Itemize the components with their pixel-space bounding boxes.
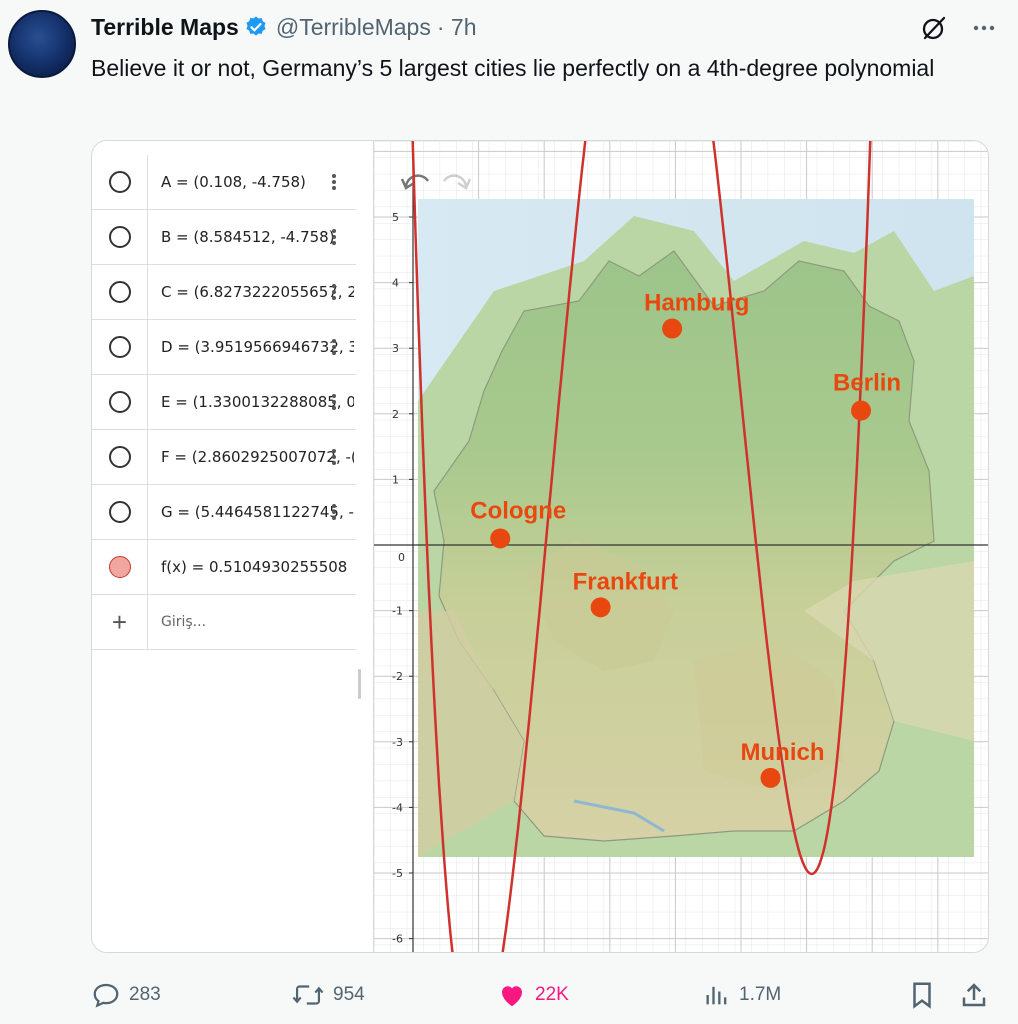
- y-tick-label: -4: [392, 801, 403, 814]
- views-icon: [706, 986, 727, 1005]
- city-point[interactable]: [851, 400, 872, 421]
- like-button[interactable]: 22K: [497, 975, 569, 1015]
- visibility-toggle[interactable]: [108, 556, 131, 578]
- row-menu-icon[interactable]: [332, 174, 336, 190]
- visibility-toggle[interactable]: [108, 226, 131, 248]
- share-button[interactable]: [959, 975, 997, 1015]
- bookmark-button[interactable]: [907, 975, 945, 1015]
- algebra-input[interactable]: Giriş...: [148, 614, 354, 630]
- y-tick-label: -5: [392, 867, 403, 880]
- y-tick-label: -3: [392, 736, 403, 749]
- y-tick-label: -6: [392, 933, 403, 946]
- grok-icon[interactable]: [920, 14, 948, 42]
- algebra-row[interactable]: E = (1.3300132288085, 0: [92, 375, 356, 430]
- like-count: 22K: [535, 984, 569, 1005]
- algebra-expression[interactable]: B = (8.584512, -4.758): [148, 228, 354, 246]
- y-tick-label: 1: [392, 473, 399, 486]
- visibility-toggle[interactable]: [108, 336, 131, 358]
- algebra-expression[interactable]: A = (0.108, -4.758): [148, 173, 354, 191]
- y-tick-label: -1: [392, 605, 403, 618]
- city-point[interactable]: [662, 318, 683, 339]
- algebra-row[interactable]: C = (6.8273222055657, 2: [92, 265, 356, 320]
- tweet-header: Terrible Maps @TerribleMaps · 7h: [91, 12, 477, 42]
- city-label: Hamburg: [644, 290, 749, 317]
- city-point[interactable]: [590, 597, 611, 618]
- plus-icon[interactable]: +: [112, 607, 127, 638]
- algebra-panel: A = (0.108, -4.758) B = (8.584512, -4.75…: [92, 141, 374, 952]
- retweet-icon: [292, 985, 324, 1005]
- share-icon: [962, 983, 986, 1007]
- city-point[interactable]: [490, 528, 511, 549]
- reply-count: 283: [129, 984, 161, 1005]
- city-label: Cologne: [470, 497, 566, 524]
- row-menu-icon[interactable]: [332, 229, 336, 245]
- handle[interactable]: @TerribleMaps: [276, 14, 431, 41]
- y-tick-label: 5: [392, 211, 399, 224]
- reply-button[interactable]: 283: [91, 975, 161, 1015]
- more-icon[interactable]: [970, 14, 998, 42]
- algebra-expression[interactable]: E = (1.3300132288085, 0: [148, 393, 354, 411]
- graph-view[interactable]: 5 4 3 2 1 0 -1 -2 -3 -4 -5 -6 Hamburg Berlin Cologne F…: [374, 141, 989, 953]
- row-menu-icon[interactable]: [332, 394, 336, 410]
- algebra-row[interactable]: B = (8.584512, -4.758): [92, 210, 356, 265]
- algebra-input-row[interactable]: + Giriş...: [92, 595, 356, 650]
- retweet-count: 954: [333, 984, 365, 1005]
- algebra-row[interactable]: f(x) = 0.5104930255508: [92, 540, 356, 595]
- graph-canvas[interactable]: 5 4 3 2 1 0 -1 -2 -3 -4 -5 -6 Hamburg Berlin Cologne F…: [374, 141, 989, 953]
- tweet-actions: 283 954 22K 1.7M: [91, 975, 1001, 1015]
- algebra-expression[interactable]: C = (6.8273222055657, 2: [148, 283, 354, 301]
- visibility-toggle[interactable]: [108, 391, 131, 413]
- view-count: 1.7M: [739, 984, 782, 1005]
- top-right-actions: [920, 14, 998, 42]
- reply-icon: [93, 983, 119, 1008]
- algebra-expression[interactable]: G = (5.4464581122745, -3: [148, 503, 354, 521]
- visibility-toggle[interactable]: [108, 281, 131, 303]
- row-menu-icon[interactable]: [332, 504, 336, 520]
- tweet-media[interactable]: A = (0.108, -4.758) B = (8.584512, -4.75…: [91, 140, 989, 953]
- tweet-text: Believe it or not, Germany’s 5 largest c…: [91, 55, 935, 81]
- verified-badge-icon: [246, 16, 266, 36]
- scrollbar[interactable]: [358, 669, 361, 699]
- algebra-row[interactable]: F = (2.8602925007072, -(: [92, 430, 356, 485]
- retweet-button[interactable]: 954: [291, 975, 365, 1015]
- timestamp[interactable]: · 7h: [437, 14, 477, 41]
- row-menu-icon[interactable]: [332, 339, 336, 355]
- row-menu-icon[interactable]: [332, 449, 336, 465]
- y-tick-label: 4: [392, 277, 399, 290]
- row-menu-icon[interactable]: [332, 284, 336, 300]
- y-tick-label: -2: [392, 670, 403, 683]
- bookmark-icon: [913, 982, 931, 1009]
- algebra-row[interactable]: D = (3.9519566946732, 3: [92, 320, 356, 375]
- visibility-toggle[interactable]: [108, 446, 131, 468]
- display-name[interactable]: Terrible Maps: [91, 14, 239, 41]
- algebra-expression[interactable]: f(x) = 0.5104930255508: [148, 558, 354, 576]
- views-button[interactable]: 1.7M: [703, 975, 781, 1015]
- algebra-row[interactable]: G = (5.4464581122745, -3: [92, 485, 356, 540]
- algebra-row[interactable]: A = (0.108, -4.758): [92, 155, 356, 210]
- city-label: Berlin: [833, 370, 901, 397]
- algebra-expression[interactable]: D = (3.9519566946732, 3: [148, 338, 354, 356]
- visibility-toggle[interactable]: [108, 171, 131, 193]
- heart-icon: [502, 986, 522, 1007]
- y-tick-label: 3: [392, 342, 399, 355]
- city-point[interactable]: [760, 767, 781, 788]
- city-label: Frankfurt: [573, 568, 678, 595]
- avatar[interactable]: [8, 10, 76, 78]
- visibility-toggle[interactable]: [108, 501, 131, 523]
- algebra-expression[interactable]: F = (2.8602925007072, -(: [148, 448, 354, 466]
- y-tick-label: 0: [398, 551, 405, 564]
- y-tick-label: 2: [392, 408, 399, 421]
- city-label: Munich: [741, 739, 825, 766]
